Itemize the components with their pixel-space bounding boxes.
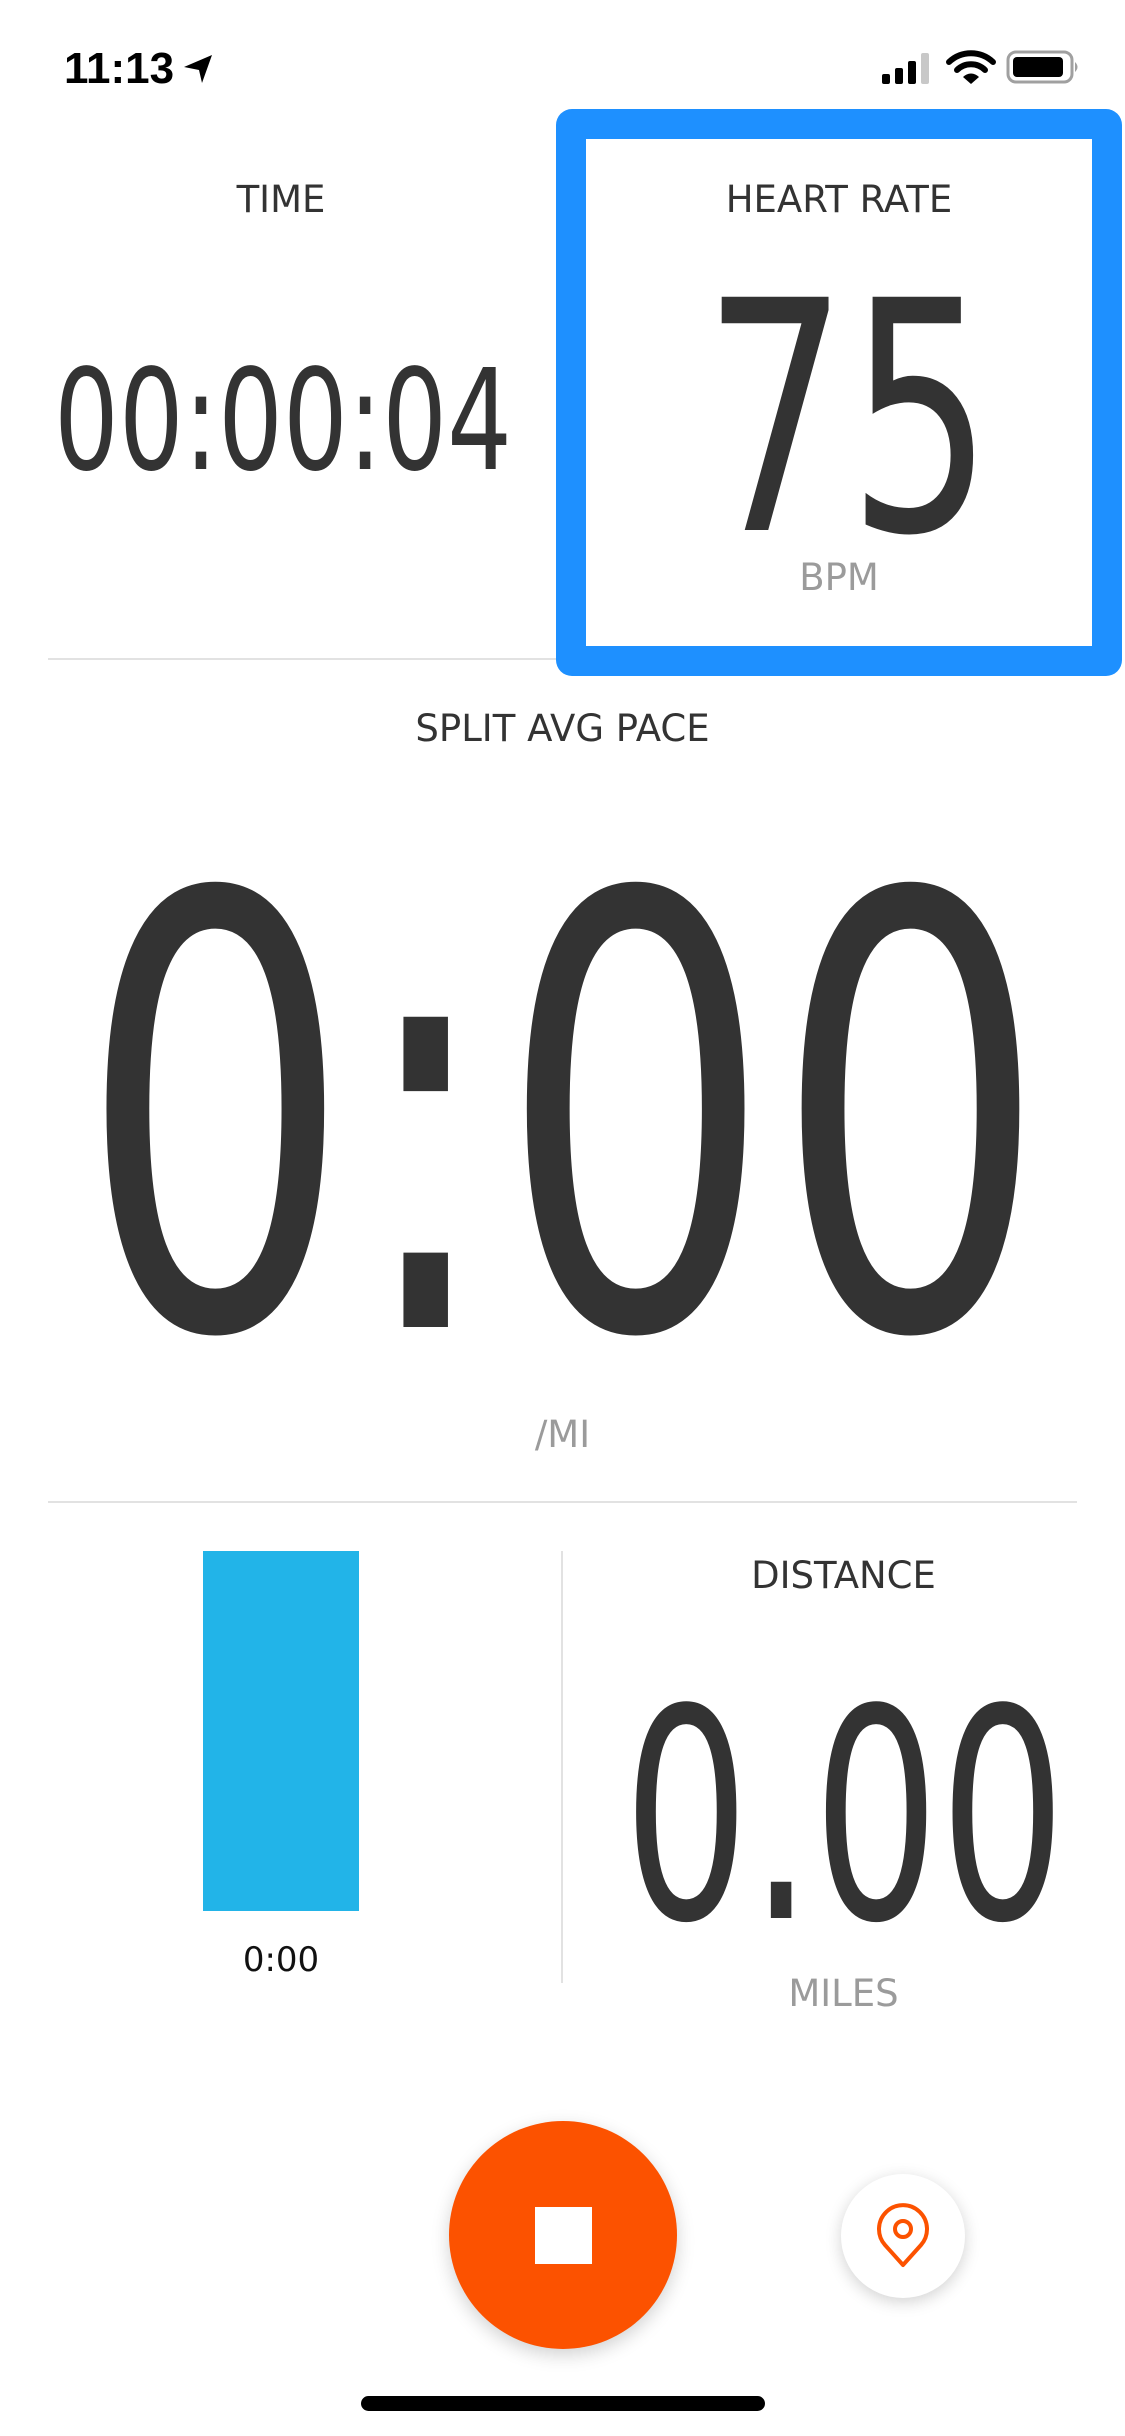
heart-rate-unit: BPM (799, 556, 879, 599)
time-value-text: 00:00:04 (54, 340, 512, 490)
battery-icon (1006, 50, 1078, 84)
home-indicator[interactable] (361, 2396, 765, 2411)
time-value: 00:00:04 (54, 340, 512, 490)
time-label: TIME (236, 178, 326, 221)
divider (48, 1501, 1077, 1503)
cellular-signal-icon (882, 53, 929, 84)
distance-value: 0.00 (623, 1680, 1066, 1930)
location-button[interactable] (841, 2174, 965, 2298)
split-avg-pace-value: 0:00 (78, 860, 1048, 1340)
distance-label: DISTANCE (751, 1554, 936, 1597)
stop-button[interactable] (449, 2121, 677, 2349)
map-pin-icon (877, 2203, 929, 2267)
vertical-divider (561, 1551, 563, 1983)
split-avg-pace-label: SPLIT AVG PACE (415, 707, 710, 750)
stop-icon (534, 2206, 592, 2264)
heart-rate-value: 75 (703, 280, 993, 550)
split-avg-pace-unit: /MI (534, 1413, 591, 1456)
split-avg-pace-value-text: 0:00 (78, 860, 1048, 1340)
heart-rate-label: HEART RATE (725, 178, 953, 221)
divider (48, 658, 556, 660)
location-arrow-icon (184, 55, 212, 83)
distance-unit: MILES (788, 1972, 899, 2015)
distance-value-text: 0.00 (623, 1680, 1066, 1930)
heart-rate-value-text: 75 (703, 280, 993, 550)
split-bar-label: 0:00 (242, 1940, 320, 1980)
split-bar (203, 1551, 359, 1911)
wifi-icon (946, 50, 996, 84)
status-bar-time: 11:13 (64, 44, 175, 93)
